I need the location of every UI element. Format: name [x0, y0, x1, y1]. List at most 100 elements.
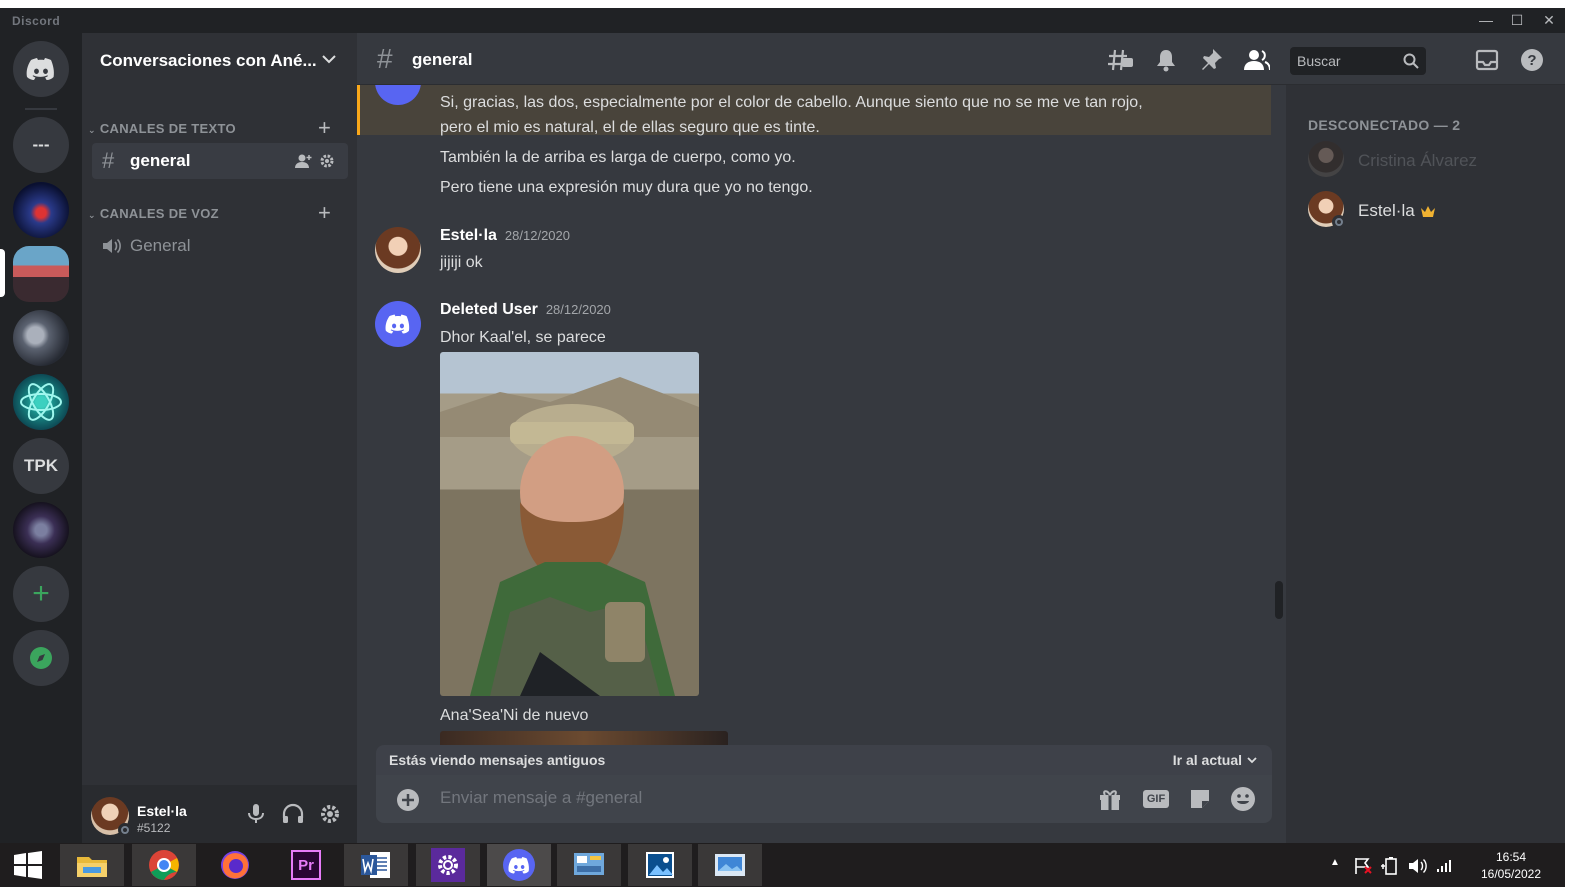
- gift-icon[interactable]: [1096, 786, 1124, 812]
- chevron-down-icon: [322, 55, 336, 64]
- status-offline-icon: [1332, 215, 1346, 229]
- category-voice-channels[interactable]: ⌄ CANALES DE VOZ +: [88, 200, 331, 225]
- inbox-icon[interactable]: [1474, 47, 1500, 73]
- avatar: [1308, 141, 1344, 177]
- close-icon[interactable]: ✕: [1537, 11, 1561, 29]
- member-name: Estel·la: [1358, 201, 1415, 220]
- avatar[interactable]: [375, 301, 421, 347]
- discord-icon[interactable]: [487, 844, 551, 886]
- message-line: También la de arriba es larga de cuerpo,…: [440, 149, 796, 166]
- member-list-icon[interactable]: [1244, 47, 1270, 73]
- sticker-icon[interactable]: [1186, 786, 1214, 812]
- invite-user-icon[interactable]: [295, 153, 313, 169]
- taskbar-clock[interactable]: 16:54 16/05/2022: [1466, 849, 1556, 883]
- microphone-icon[interactable]: [246, 803, 266, 825]
- gear-icon[interactable]: [319, 153, 335, 169]
- message-header: Estel·la 28/12/2020: [440, 227, 570, 245]
- headphones-icon[interactable]: [282, 803, 304, 825]
- server-header[interactable]: Conversaciones con Ané...: [82, 33, 357, 85]
- chrome-icon[interactable]: [132, 844, 196, 886]
- status-offline-icon: [118, 823, 132, 837]
- add-channel-icon[interactable]: +: [318, 200, 331, 226]
- channel-label: general: [130, 151, 191, 170]
- gif-button[interactable]: GIF: [1142, 786, 1170, 812]
- image-attachment[interactable]: [440, 352, 699, 696]
- message-text: Ana'Sea'Ni de nuevo: [440, 707, 589, 724]
- add-server-icon[interactable]: +: [13, 566, 69, 622]
- minimize-icon[interactable]: —: [1474, 11, 1498, 29]
- voice-channel-general[interactable]: General: [92, 228, 348, 264]
- crown-icon: [1421, 206, 1435, 217]
- add-channel-icon[interactable]: +: [318, 115, 331, 141]
- user-tag: #5122: [137, 821, 171, 835]
- server-concert-icon[interactable]: [13, 182, 69, 238]
- pin-icon[interactable]: [1199, 47, 1225, 73]
- firefox-icon[interactable]: [203, 844, 267, 886]
- message-line: pero el mio es natural, el de ellas segu…: [440, 119, 820, 136]
- server-atom-icon[interactable]: [13, 374, 69, 430]
- server-dashes[interactable]: ---: [13, 117, 69, 173]
- channel-general[interactable]: # general: [92, 143, 348, 179]
- message-text: Dhor Kaal'el, se parece: [440, 329, 606, 346]
- windows-start-icon[interactable]: [0, 844, 56, 886]
- category-text-channels[interactable]: ⌄ CANALES DE TEXTO +: [88, 115, 331, 140]
- server-group-photo-icon[interactable]: [13, 246, 69, 302]
- scrollbar-thumb[interactable]: [1275, 581, 1283, 619]
- flag-icon[interactable]: [1354, 857, 1374, 875]
- threads-icon[interactable]: [1108, 47, 1134, 73]
- chat-area: # general Buscar ? Si, gracias, las dos,…: [357, 33, 1565, 843]
- channel-title: general: [412, 50, 473, 69]
- image-attachment[interactable]: [440, 731, 728, 745]
- user-settings-gear-icon[interactable]: [319, 803, 341, 825]
- windows-taskbar: Pr ▲ 16:54 16/05/2022: [0, 843, 1565, 887]
- member-item[interactable]: Estel·la: [1308, 189, 1558, 231]
- discord-home-icon[interactable]: [13, 41, 69, 97]
- server-spaceship-icon[interactable]: [13, 310, 69, 366]
- photos-icon[interactable]: [628, 844, 692, 886]
- message-list: Si, gracias, las dos, especialmente por …: [357, 85, 1286, 745]
- signal-icon[interactable]: [1436, 857, 1456, 873]
- author-name[interactable]: Deleted User: [440, 301, 538, 318]
- message-line: Si, gracias, las dos, especialmente por …: [440, 94, 1143, 111]
- help-icon[interactable]: ?: [1519, 47, 1545, 73]
- explore-compass-icon[interactable]: [13, 630, 69, 686]
- message-composer[interactable]: Enviar mensaje a #general GIF: [376, 775, 1272, 823]
- add-attachment-icon[interactable]: [396, 788, 420, 812]
- jump-to-present-button[interactable]: Ir al actual: [1173, 752, 1242, 768]
- emoji-icon[interactable]: [1229, 786, 1257, 812]
- word-icon[interactable]: [344, 844, 408, 886]
- chevron-down-icon[interactable]: [1246, 754, 1258, 766]
- chevron-up-icon[interactable]: ▲: [1330, 857, 1340, 868]
- speaker-icon: [103, 238, 121, 254]
- screenshot-icon[interactable]: [698, 844, 762, 886]
- server-list: --- TPK +: [0, 33, 82, 843]
- avatar[interactable]: [375, 227, 421, 273]
- author-name[interactable]: Estel·la: [440, 227, 497, 244]
- discord-window: Discord — ☐ ✕ --- TPK + Conversaciones c…: [0, 8, 1565, 843]
- user-panel: Estel·la #5122: [82, 785, 357, 843]
- volume-icon[interactable]: [1408, 857, 1428, 875]
- clock-time: 16:54: [1495, 850, 1527, 864]
- hash-icon: #: [377, 43, 393, 74]
- battery-icon[interactable]: [1380, 857, 1400, 875]
- hash-icon: #: [102, 148, 115, 173]
- maximize-icon[interactable]: ☐: [1505, 11, 1529, 29]
- file-explorer-icon[interactable]: [60, 844, 124, 886]
- message-text: jijiji ok: [440, 254, 483, 271]
- settings-icon[interactable]: [416, 844, 480, 886]
- channel-label: General: [130, 236, 191, 255]
- bell-icon[interactable]: [1153, 47, 1179, 73]
- server-tpk[interactable]: TPK: [13, 438, 69, 494]
- server-label: TPK: [24, 456, 58, 475]
- search-icon: [1403, 53, 1419, 69]
- server-dark-art-icon[interactable]: [13, 502, 69, 558]
- search-input[interactable]: Buscar: [1290, 47, 1426, 75]
- member-name: Cristina Álvarez: [1358, 151, 1478, 170]
- message-header: Deleted User 28/12/2020: [440, 301, 611, 319]
- member-item[interactable]: Cristina Álvarez: [1308, 139, 1558, 181]
- control-panel-icon[interactable]: [557, 844, 621, 886]
- active-server-pill: [0, 249, 5, 297]
- message-input[interactable]: Enviar mensaje a #general: [440, 788, 642, 808]
- photo-bearded-soldier: [440, 377, 699, 696]
- premiere-icon[interactable]: Pr: [274, 844, 338, 886]
